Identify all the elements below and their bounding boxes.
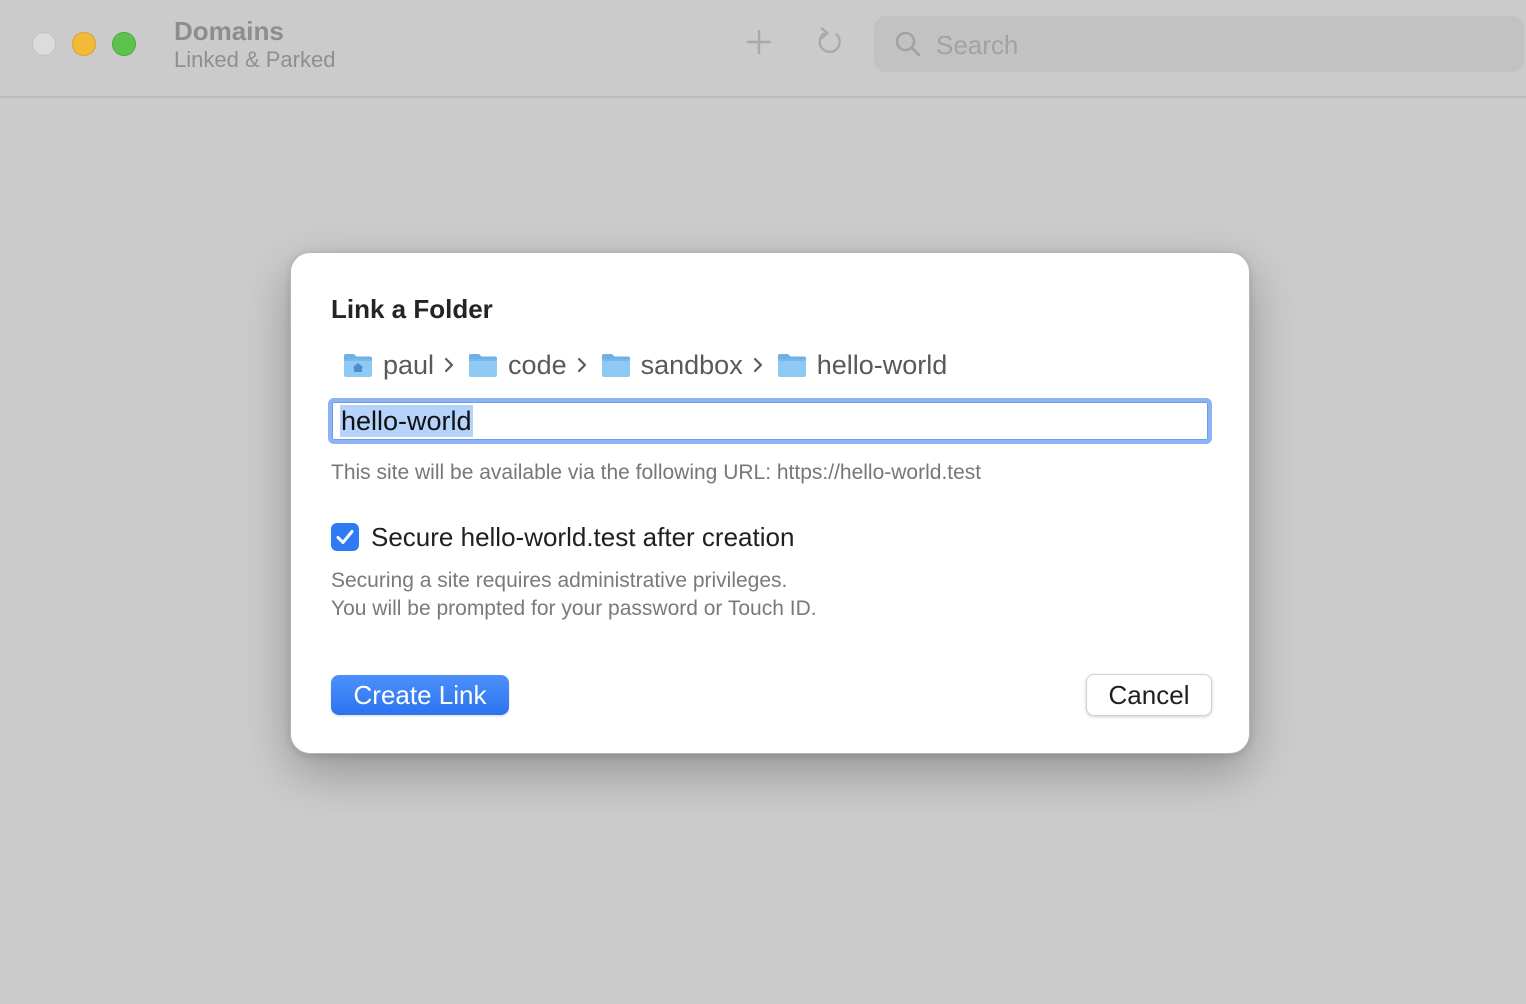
breadcrumb-item-hello-world[interactable]: hello-world	[777, 349, 948, 381]
breadcrumb: paul code sandbox hello-world	[343, 347, 947, 383]
chevron-right-icon	[753, 357, 763, 373]
breadcrumb-label: sandbox	[640, 349, 743, 380]
breadcrumb-item-code[interactable]: code	[468, 350, 567, 381]
create-link-button[interactable]: Create Link	[331, 675, 509, 715]
password-note: You will be prompted for your password o…	[331, 597, 817, 620]
title-bar: Domains Linked & Parked Search	[0, 0, 1526, 98]
window-subtitle: Linked & Parked	[174, 47, 336, 72]
breadcrumb-label: hello-world	[816, 349, 948, 380]
breadcrumb-label: paul	[383, 349, 435, 380]
breadcrumb-item-paul[interactable]: paul	[343, 350, 434, 381]
search-icon	[894, 30, 922, 58]
secure-site-row: Secure hello-world.test after creation	[331, 521, 794, 553]
url-hint: This site will be available via the foll…	[331, 461, 982, 484]
cancel-button[interactable]: Cancel	[1086, 674, 1212, 716]
search-field[interactable]: Search	[874, 16, 1524, 72]
breadcrumb-item-sandbox[interactable]: sandbox	[601, 350, 743, 381]
search-placeholder: Search	[936, 30, 1019, 60]
chevron-right-icon	[577, 357, 587, 373]
chevron-right-icon	[444, 357, 454, 373]
link-folder-dialog: Link a Folder paul code sandbox hello-wo…	[290, 252, 1250, 754]
zoom-window-button[interactable]	[112, 32, 136, 56]
close-window-button[interactable]	[32, 32, 56, 56]
home-folder-icon	[343, 352, 373, 378]
refresh-icon[interactable]	[814, 26, 846, 58]
folder-icon	[601, 352, 631, 378]
secure-site-checkbox[interactable]	[331, 523, 359, 551]
site-name-input[interactable]: hello-world	[328, 398, 1212, 444]
privileges-note: Securing a site requires administrative …	[331, 569, 788, 592]
breadcrumb-label: code	[508, 349, 567, 380]
folder-icon	[777, 352, 807, 378]
site-name-value: hello-world	[340, 405, 473, 437]
secure-site-label[interactable]: Secure hello-world.test after creation	[371, 521, 794, 553]
dialog-title: Link a Folder	[331, 294, 493, 324]
window-title: Domains	[174, 16, 284, 46]
checkmark-icon	[336, 530, 354, 544]
folder-icon	[468, 352, 498, 378]
plus-icon[interactable]	[743, 26, 775, 58]
minimize-window-button[interactable]	[72, 32, 96, 56]
